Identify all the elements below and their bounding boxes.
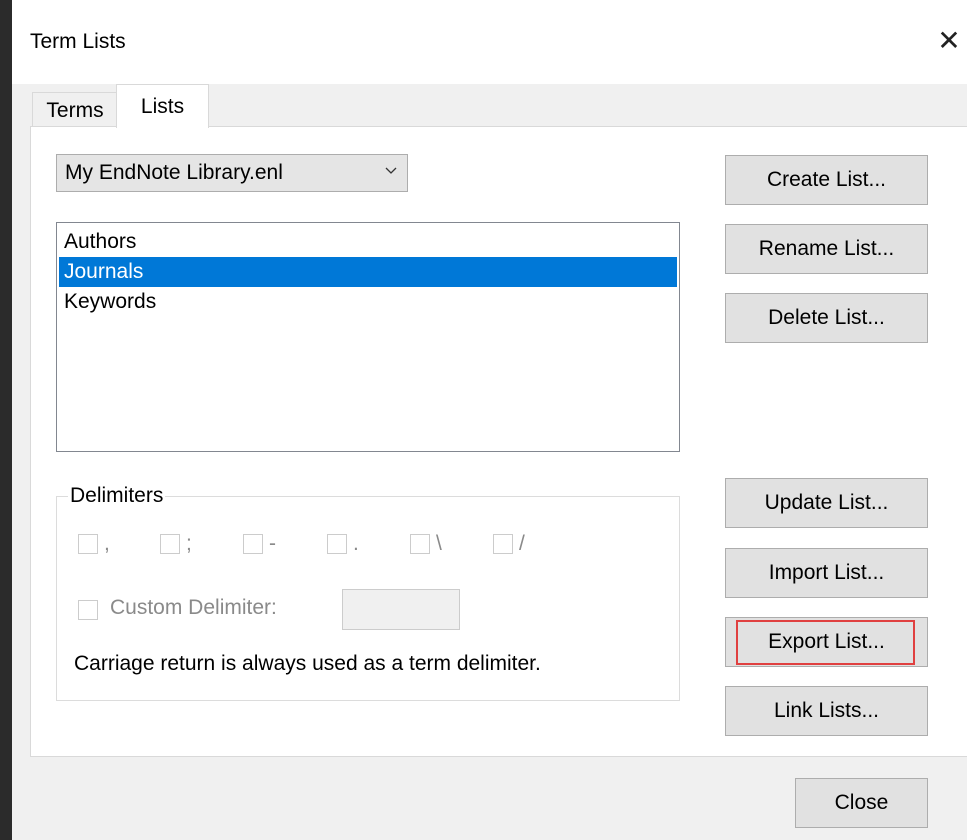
delimiter-label: , [104, 532, 110, 555]
close-button[interactable]: Close [795, 778, 928, 828]
chevron-down-icon [385, 167, 397, 174]
checkbox[interactable] [160, 534, 180, 554]
update-list-button[interactable]: Update List... [725, 478, 928, 528]
delete-list-button[interactable]: Delete List... [725, 293, 928, 343]
list-item-authors[interactable]: Authors [59, 227, 677, 257]
checkbox[interactable] [243, 534, 263, 554]
list-item-journals[interactable]: Journals [59, 257, 677, 287]
custom-delimiter-checkbox[interactable] [78, 600, 98, 620]
checkbox[interactable] [327, 534, 347, 554]
custom-delimiter-label: Custom Delimiter: [110, 596, 277, 619]
library-select[interactable]: My EndNote Library.enl [56, 154, 408, 192]
term-lists-listbox[interactable]: Authors Journals Keywords [56, 222, 680, 452]
checkbox[interactable] [410, 534, 430, 554]
delimiter-label: - [269, 532, 276, 555]
custom-delimiter-input[interactable] [342, 589, 460, 630]
create-list-button[interactable]: Create List... [725, 155, 928, 205]
export-highlight-box [736, 620, 915, 665]
rename-list-button[interactable]: Rename List... [725, 224, 928, 274]
delimiter-label: . [353, 532, 359, 555]
list-item-keywords[interactable]: Keywords [59, 287, 677, 317]
window-title: Term Lists [30, 30, 126, 53]
checkbox[interactable] [493, 534, 513, 554]
close-icon[interactable]: ✕ [934, 26, 964, 56]
delimiters-group-label: Delimiters [68, 484, 166, 508]
link-lists-button[interactable]: Link Lists... [725, 686, 928, 736]
import-list-button[interactable]: Import List... [725, 548, 928, 598]
term-lists-dialog: Term Lists ✕ Terms Lists My EndNote Libr… [12, 0, 967, 840]
delimiter-label: \ [436, 532, 442, 555]
checkbox[interactable] [78, 534, 98, 554]
tab-terms[interactable]: Terms [32, 92, 118, 128]
delimiter-label: / [519, 532, 525, 555]
library-select-value: My EndNote Library.enl [65, 161, 283, 184]
title-bar: Term Lists ✕ [12, 0, 967, 84]
tab-lists[interactable]: Lists [116, 84, 209, 128]
delimiter-label: ; [186, 532, 192, 555]
delimiter-note: Carriage return is always used as a term… [74, 652, 541, 675]
